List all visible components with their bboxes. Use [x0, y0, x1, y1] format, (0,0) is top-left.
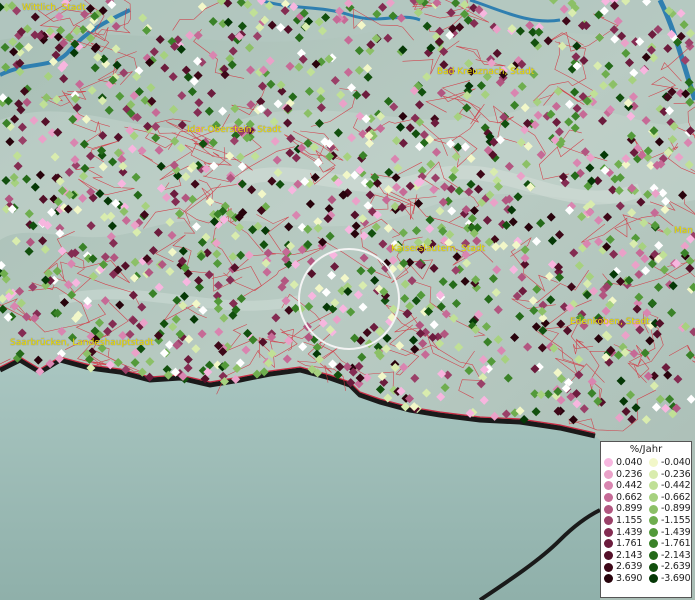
legend-swatch — [649, 458, 658, 468]
legend-value: 0.040 — [616, 457, 643, 468]
legend-row: 1.439 -1.439 — [601, 527, 691, 539]
legend-row: 3.690 -3.690 — [601, 573, 691, 585]
city-label-saarbruecken: Saarbrücken, Landeshauptstadt — [10, 338, 154, 348]
legend-value: 2.639 — [616, 561, 643, 573]
legend-swatch — [604, 504, 613, 514]
legend-row: 0.040 -0.040 — [601, 457, 691, 469]
legend-entry-neg: -0.662 — [646, 492, 691, 504]
legend-entry-pos: 0.662 — [601, 492, 646, 504]
terrain-basemap — [0, 0, 695, 600]
legend-swatch — [649, 504, 658, 514]
legend-value: 1.439 — [616, 526, 643, 538]
legend-swatch — [604, 574, 613, 584]
legend-row: 1.761 -1.761 — [601, 538, 691, 550]
legend-swatch — [649, 539, 658, 549]
legend-value: 2.143 — [616, 549, 643, 561]
legend-value: -0.040 — [661, 457, 691, 468]
legend-row: 0.662 -0.662 — [601, 492, 691, 504]
legend-swatch — [604, 527, 613, 537]
legend-swatch — [649, 551, 658, 561]
legend-value: 1.761 — [616, 538, 643, 550]
legend-row: 2.639 -2.639 — [601, 561, 691, 573]
legend-entry-pos: 2.639 — [601, 561, 646, 573]
legend-entry-pos: 0.040 — [601, 457, 646, 469]
legend-row: 2.143 -2.143 — [601, 550, 691, 562]
legend-swatch — [649, 469, 658, 479]
legend-value: -1.439 — [661, 526, 691, 538]
legend-swatch — [649, 527, 658, 537]
legend-entry-neg: -2.639 — [646, 561, 691, 573]
legend-row: 0.236 -0.236 — [601, 469, 691, 481]
city-label-wittlich: Wittlich, Stadt — [22, 3, 86, 13]
legend-entry-neg: -3.690 — [646, 573, 691, 585]
legend-entry-pos: 1.761 — [601, 538, 646, 550]
legend-entry-neg: -1.155 — [646, 515, 691, 527]
legend-entry-pos: 2.143 — [601, 550, 646, 562]
legend-value: -0.236 — [661, 468, 691, 480]
legend-entry-pos: 0.236 — [601, 469, 646, 481]
map-legend: %/Jahr 0.040 -0.040 0.236 -0.236 0.442 -0.442… — [600, 441, 692, 598]
legend-value: -0.899 — [661, 503, 691, 515]
legend-value: 1.155 — [616, 514, 643, 526]
legend-swatch — [649, 516, 658, 526]
city-label-kaiserslautern: Kaiserslautern, Stadt — [391, 244, 486, 254]
legend-row: 1.155 -1.155 — [601, 515, 691, 527]
legend-entry-neg: -0.236 — [646, 469, 691, 481]
legend-value: -0.442 — [661, 480, 691, 492]
legend-value: -2.143 — [661, 549, 691, 561]
legend-entry-neg: -1.761 — [646, 538, 691, 550]
map-view[interactable]: Wittlich, Stadt Bad Kreuznach, Stadt Ida… — [0, 0, 695, 600]
legend-entry-neg: -0.442 — [646, 480, 691, 492]
legend-entry-pos: 3.690 — [601, 573, 646, 585]
legend-entry-pos: 1.155 — [601, 515, 646, 527]
legend-swatch — [604, 539, 613, 549]
legend-value: 0.662 — [616, 491, 643, 503]
legend-swatch — [604, 469, 613, 479]
legend-entry-pos: 0.442 — [601, 480, 646, 492]
legend-swatch — [649, 562, 658, 572]
legend-swatch — [649, 493, 658, 503]
legend-rows: 0.040 -0.040 0.236 -0.236 0.442 -0.442 0.662 -0… — [601, 457, 691, 585]
legend-entry-pos: 0.899 — [601, 503, 646, 515]
legend-value: 0.442 — [616, 480, 643, 492]
legend-entry-neg: -0.040 — [646, 457, 691, 469]
legend-value: 3.690 — [616, 572, 643, 584]
legend-swatch — [649, 481, 658, 491]
city-label-man: Man — [674, 226, 693, 236]
legend-swatch — [604, 493, 613, 503]
legend-title: %/Jahr — [629, 444, 663, 455]
legend-entry-neg: -0.899 — [646, 503, 691, 515]
legend-swatch — [649, 574, 658, 584]
legend-swatch — [604, 481, 613, 491]
city-label-edenkoben: Edenkoben, Stadt — [570, 317, 650, 327]
legend-entry-neg: -1.439 — [646, 527, 691, 539]
legend-value: -2.639 — [661, 561, 691, 573]
legend-value: 0.236 — [616, 468, 643, 480]
legend-row: 0.442 -0.442 — [601, 480, 691, 492]
legend-value: -3.690 — [661, 572, 691, 584]
legend-entry-pos: 1.439 — [601, 527, 646, 539]
legend-value: -0.662 — [661, 491, 691, 503]
legend-swatch — [604, 458, 613, 468]
legend-value: 0.899 — [616, 503, 643, 515]
legend-value: -1.155 — [661, 514, 691, 526]
legend-entry-neg: -2.143 — [646, 550, 691, 562]
city-label-bad-kreuznach: Bad Kreuznach, Stadt — [437, 67, 535, 77]
legend-row: 0.899 -0.899 — [601, 503, 691, 515]
city-label-idar-oberstein: Idar-Oberstein, Stadt — [187, 125, 282, 135]
legend-swatch — [604, 562, 613, 572]
legend-value: -1.761 — [661, 538, 691, 550]
legend-swatch — [604, 551, 613, 561]
legend-swatch — [604, 516, 613, 526]
